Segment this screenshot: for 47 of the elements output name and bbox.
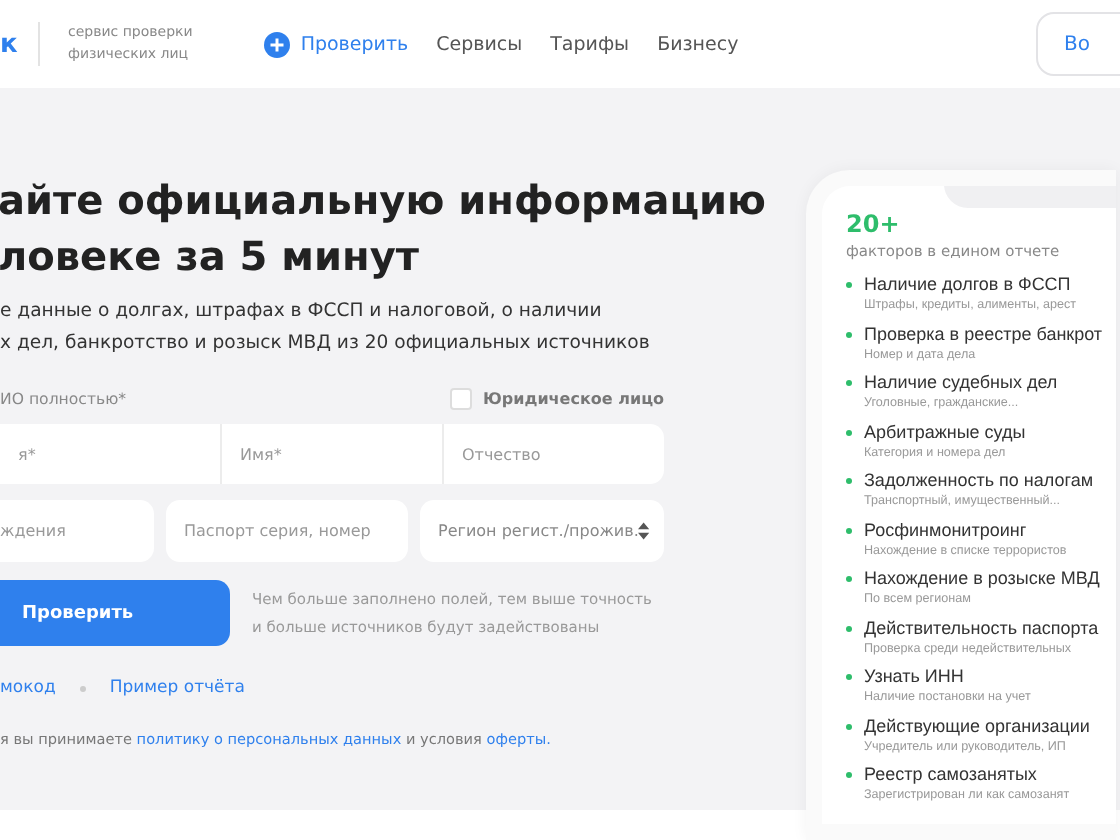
bullet-dot bbox=[846, 331, 852, 337]
sort-icon bbox=[638, 522, 650, 540]
description-text: е данные о долгах, штрафах в ФССП и налоговой, о наличии bbox=[0, 298, 604, 326]
factor-title: Задолженность по налогам bbox=[864, 468, 1094, 492]
nav-link[interactable]: Тарифы bbox=[550, 33, 630, 55]
bullet-dot bbox=[846, 576, 852, 582]
input-field[interactable]: Паспорт серия, номер bbox=[166, 500, 408, 562]
factor-title: Наличие судебных дел bbox=[864, 370, 1058, 394]
plus-icon bbox=[264, 31, 291, 57]
bullet-dot bbox=[846, 380, 852, 386]
logo-text[interactable]: к bbox=[0, 29, 18, 59]
factor-title: Нахождение в розыске МВД bbox=[864, 566, 1100, 590]
factor-title: Арбитражные суды bbox=[864, 419, 1026, 443]
factor-title: Реестр самозанятых bbox=[864, 762, 1039, 786]
factor-count: 20+ bbox=[846, 210, 902, 238]
checkbox[interactable] bbox=[449, 388, 472, 410]
nav-link[interactable]: Бизнесу bbox=[657, 33, 739, 55]
factor-title: Наличие долгов в ФССП bbox=[864, 272, 1073, 296]
bullet-dot bbox=[846, 625, 852, 631]
login-button[interactable]: Во bbox=[1036, 12, 1120, 76]
bullet-dot bbox=[846, 429, 852, 435]
factor-title: Проверка в реестре банкрот bbox=[864, 321, 1103, 345]
headline: ловеке за 5 минут bbox=[0, 230, 421, 284]
factor-title: Росфинмонитроинг bbox=[864, 517, 1029, 541]
bullet-dot bbox=[846, 723, 852, 729]
bullet-dot bbox=[846, 478, 852, 484]
bullet-dot bbox=[846, 772, 852, 778]
factor-title: Действующие организации bbox=[864, 713, 1090, 737]
link[interactable]: Пример отчёта bbox=[109, 678, 245, 698]
bullet-dot bbox=[846, 527, 852, 533]
separator-dot bbox=[79, 685, 86, 691]
factor-title: Действительность паспорта bbox=[864, 615, 1099, 639]
checkbox-label: Юридическое лицо bbox=[483, 390, 664, 408]
nav-link[interactable]: Сервисы bbox=[436, 33, 523, 55]
description-text: х дел, банкротство и розыск МВД из 20 официальных источников bbox=[0, 330, 652, 358]
link[interactable]: мокод bbox=[0, 678, 56, 698]
headline: айте официальную информацию bbox=[0, 174, 768, 228]
input-field[interactable]: Имя* bbox=[222, 424, 442, 484]
submit-button[interactable]: Проверить bbox=[0, 580, 230, 646]
select-field[interactable]: Регион регист./прожив. bbox=[420, 500, 664, 562]
factor-title: Узнать ИНН bbox=[864, 664, 966, 688]
input-field[interactable]: Отчество bbox=[444, 424, 664, 484]
input-field[interactable]: ждения bbox=[0, 500, 154, 562]
nav-link[interactable]: Проверить bbox=[264, 31, 409, 57]
input-field[interactable]: я* bbox=[0, 424, 220, 484]
bullet-dot bbox=[846, 674, 852, 680]
bullet-dot bbox=[846, 282, 852, 288]
